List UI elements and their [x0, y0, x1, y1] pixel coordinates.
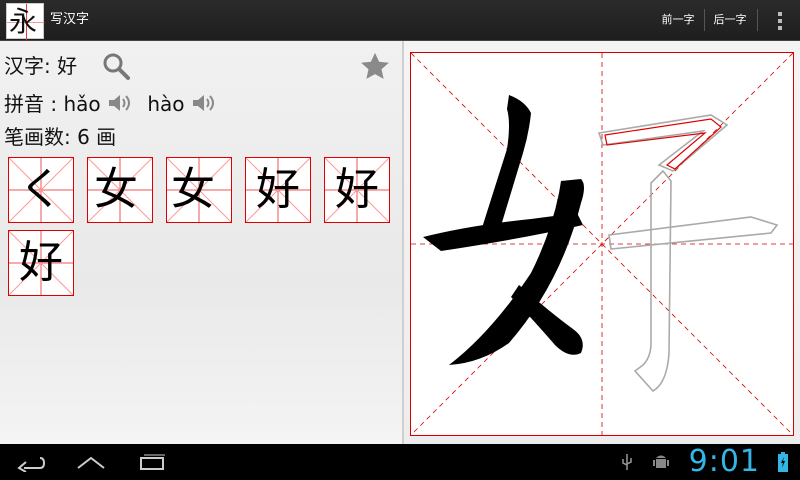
app-icon[interactable]: 永 [6, 3, 45, 40]
pinyin-label: 拼音 : [4, 92, 58, 116]
android-debug-icon [653, 455, 669, 468]
stroke-step-glyph: 女 [94, 164, 138, 215]
writing-canvas[interactable] [410, 52, 794, 436]
usb-icon [622, 454, 632, 470]
next-character-button[interactable]: 后一字 [705, 0, 755, 40]
stroke-step-glyph: 好 [256, 164, 300, 215]
app-title: 写汉字 [50, 12, 90, 27]
action-bar: 永 写汉字 前一字 后一字 [0, 0, 800, 41]
stroke-count-label: 笔画数: 6 画 [4, 125, 117, 149]
favorite-star-icon[interactable] [358, 50, 392, 84]
writing-panel [404, 41, 800, 444]
battery-icon [778, 452, 788, 472]
system-nav-bar: 9:01 [0, 444, 800, 480]
pinyin-reading-2: hào [147, 92, 185, 116]
stroke-step-glyph: く [19, 164, 63, 215]
character-label: 汉字: 好 [4, 54, 78, 78]
pinyin-reading-1: hǎo [63, 92, 101, 116]
home-icon[interactable] [76, 454, 106, 470]
stroke-step-thumb[interactable]: 好 [8, 230, 74, 296]
app-icon-glyph: 永 [9, 5, 38, 38]
pinyin-row: 拼音 : hǎo hào [4, 88, 217, 117]
stroke-step-thumb[interactable]: 好 [324, 157, 390, 223]
speaker-icon[interactable] [107, 92, 133, 114]
drawn-strokes [423, 95, 584, 365]
character-strokes [423, 95, 779, 393]
stroke-step-thumb[interactable]: 好 [245, 157, 311, 223]
stroke-step-glyph: 好 [335, 164, 379, 215]
prev-character-button[interactable]: 前一字 [653, 0, 703, 40]
overflow-menu-icon[interactable] [778, 12, 782, 30]
stroke-step-glyph: 好 [19, 237, 63, 288]
divider [757, 9, 758, 31]
stroke-step-thumb[interactable]: く [8, 157, 74, 223]
stroke-step-glyph: 女 [171, 164, 215, 215]
search-icon[interactable] [101, 51, 131, 81]
speaker-icon[interactable] [191, 92, 217, 114]
stroke-step-thumb[interactable]: 女 [87, 157, 153, 223]
stroke-step-thumb[interactable]: 女 [166, 157, 232, 223]
recent-apps-icon[interactable] [138, 453, 166, 471]
status-clock: 9:01 [688, 444, 760, 479]
back-icon[interactable] [16, 452, 46, 472]
info-panel: 汉字: 好 拼音 : hǎo hào 笔画数: 6 画 く 女 女 好 好 好 [0, 41, 402, 444]
